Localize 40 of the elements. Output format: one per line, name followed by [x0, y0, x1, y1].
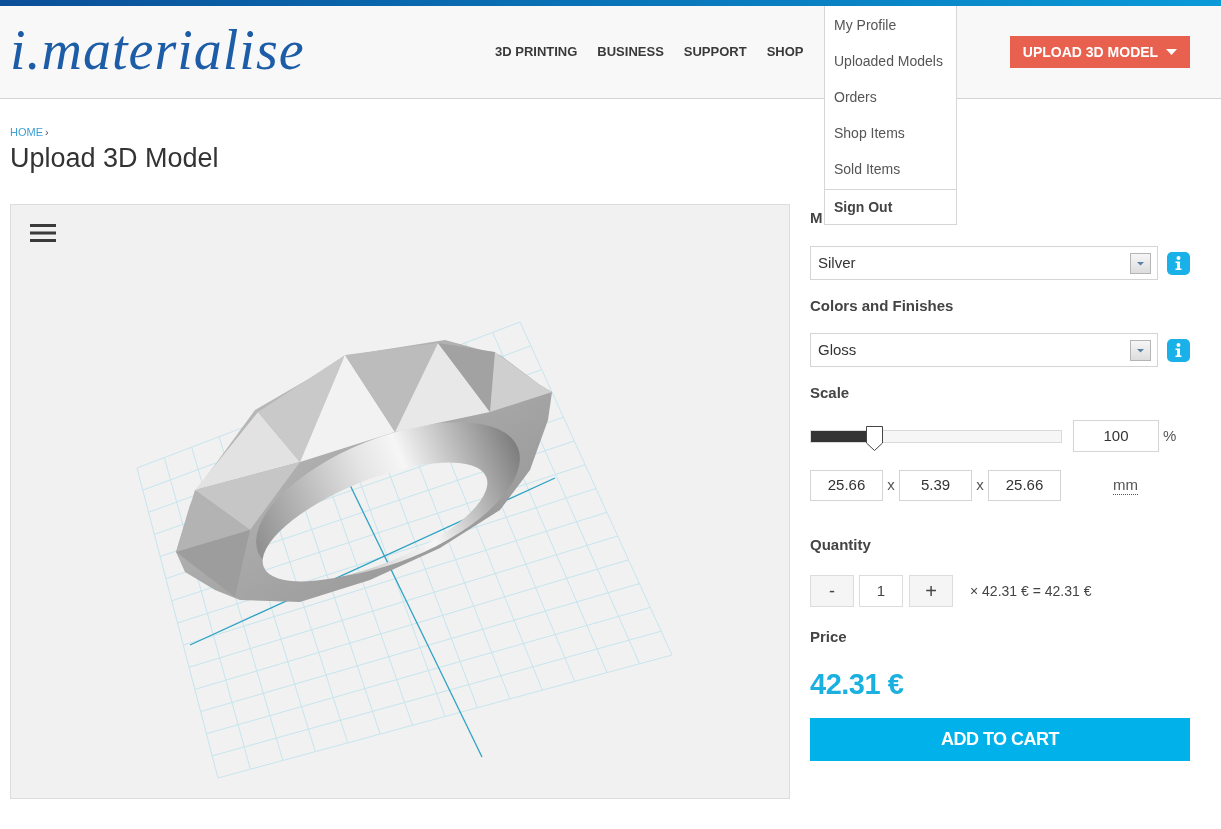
- slider-thumb[interactable]: [865, 425, 883, 451]
- select-field[interactable]: Gloss: [810, 333, 1158, 367]
- menu-item[interactable]: Orders: [825, 79, 956, 115]
- scale-percent-field[interactable]: 100: [1073, 420, 1159, 452]
- field-label: Scale: [810, 383, 850, 403]
- times-sign: x: [975, 475, 985, 496]
- caret-icon[interactable]: [1130, 339, 1151, 361]
- caret-icon: [1166, 49, 1178, 55]
- quantity-total: × 42.31 € = 42.31 €: [970, 581, 1092, 601]
- nav-link[interactable]: 3D PRINTING: [495, 42, 578, 62]
- select-field[interactable]: Silver: [810, 246, 1158, 280]
- price-amount: 42.31 €: [810, 667, 904, 702]
- breadcrumb-separator: ›: [45, 125, 49, 139]
- times-sign: x: [886, 475, 896, 496]
- menu-icon[interactable]: [30, 224, 56, 242]
- nav-link[interactable]: SUPPORT: [683, 42, 747, 62]
- field-label: Quantity: [810, 535, 871, 555]
- page-title: Upload 3D Model: [10, 142, 219, 174]
- menu-item[interactable]: Uploaded Models: [825, 43, 956, 79]
- field-label: M: [810, 208, 823, 228]
- info-icon[interactable]: [1167, 338, 1190, 362]
- quantity-field[interactable]: 1: [859, 575, 903, 607]
- nav-link[interactable]: SHOP: [766, 42, 804, 62]
- dimension-field[interactable]: 25.66: [988, 470, 1061, 501]
- percent-unit: %: [1163, 425, 1177, 446]
- site-logo[interactable]: i.materialise: [10, 20, 305, 84]
- field-label: Colors and Finishes: [810, 296, 954, 316]
- increment-button[interactable]: +: [909, 575, 953, 607]
- sign-out-menu-item[interactable]: Sign Out: [825, 190, 956, 224]
- menu-item[interactable]: My Profile: [825, 7, 956, 43]
- field-label: Price: [810, 627, 847, 647]
- dimension-field[interactable]: 5.39: [899, 470, 972, 501]
- dimension-unit[interactable]: mm: [1113, 476, 1138, 495]
- caret-icon[interactable]: [1130, 252, 1151, 274]
- nav-link[interactable]: BUSINESS: [597, 42, 664, 62]
- menu-item[interactable]: Shop Items: [825, 115, 956, 151]
- info-icon[interactable]: [1167, 251, 1190, 275]
- dimension-field[interactable]: 25.66: [810, 470, 883, 501]
- menu-item[interactable]: Sold Items: [825, 151, 956, 187]
- decrement-button[interactable]: -: [810, 575, 854, 607]
